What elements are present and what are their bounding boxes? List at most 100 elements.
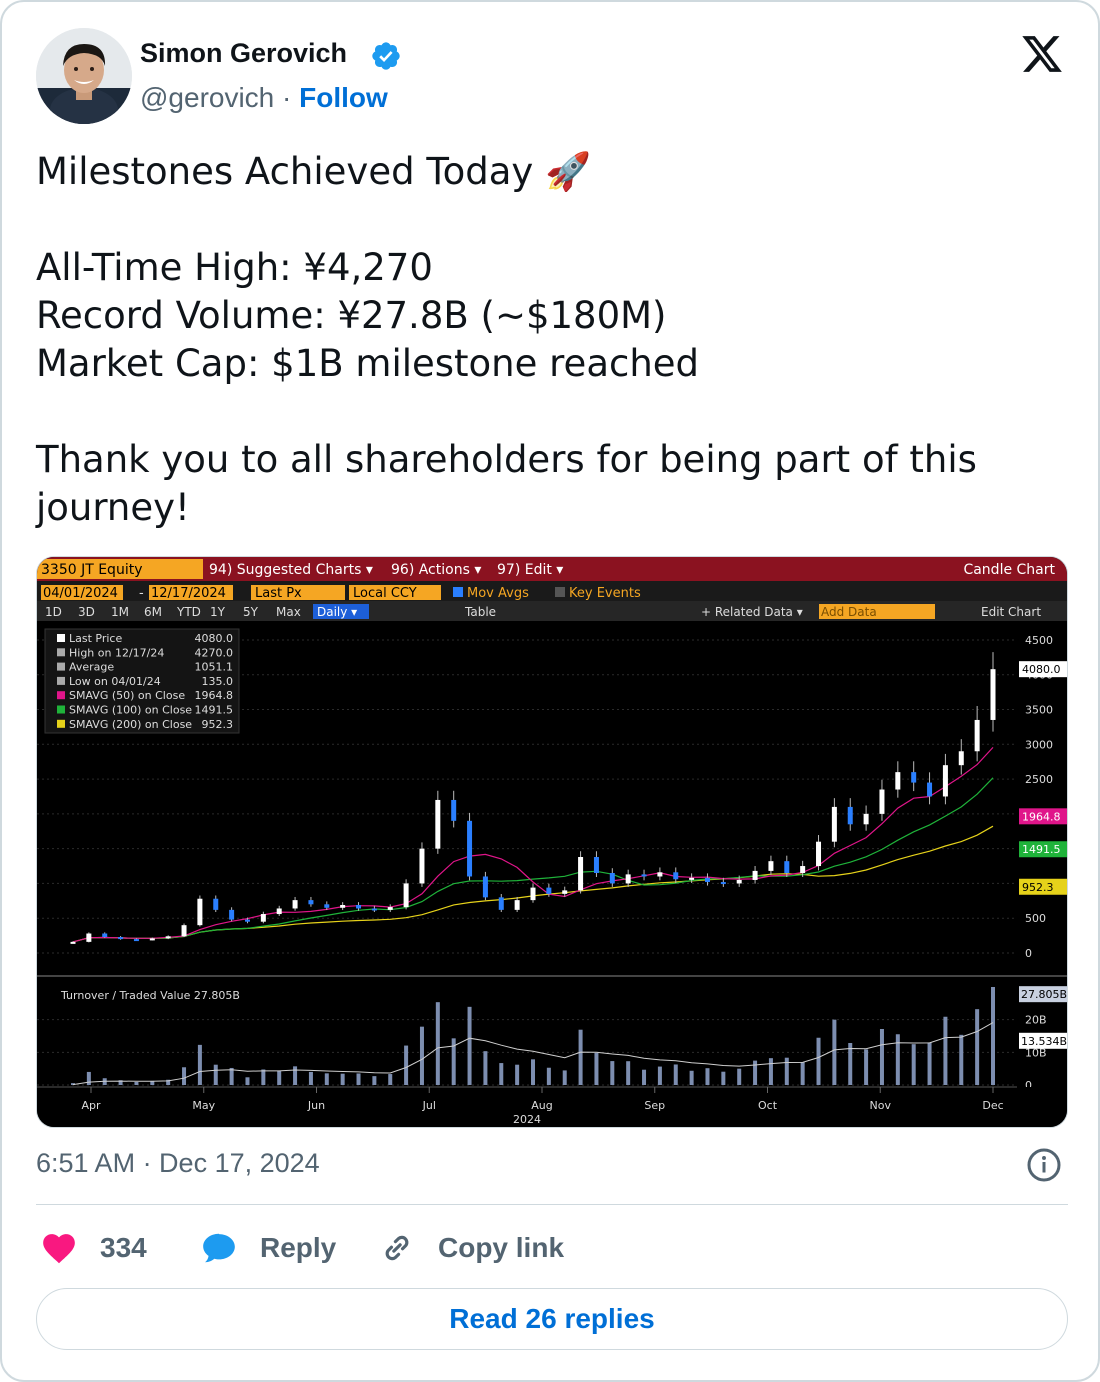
volume-bar [816,1037,821,1085]
candle [467,820,473,877]
period-max[interactable]: Max [276,605,301,619]
bloomberg-chart: 3350 JT Equity 94) Suggested Charts ▾ 96… [37,557,1067,1127]
avatar[interactable] [36,28,132,124]
tweet-card: Simon Gerovich @gerovich · Follow Milest… [0,0,1100,1382]
legend-swatch [57,691,65,700]
timestamp[interactable]: 6:51 AM · Dec 17, 2024 [36,1148,320,1179]
candle [276,908,282,915]
volume-bar [673,1064,678,1085]
divider [36,1204,1068,1205]
period-5y[interactable]: 5Y [243,605,259,619]
link-icon [385,1235,409,1261]
period-ytd[interactable]: YTD [176,605,201,619]
candle [324,904,330,908]
candle [831,806,837,842]
candle [387,907,393,910]
candle [118,937,124,940]
period-1d[interactable]: 1D [45,605,62,619]
legend-label: Last Price [69,632,122,645]
edit-chart-button[interactable]: Edit Chart [981,605,1041,619]
volume-bar [86,1071,91,1085]
tweet-line: Milestones Achieved Today 🚀 [36,150,592,193]
author-handle[interactable]: @gerovich [140,82,274,113]
period-3d[interactable]: 3D [78,605,95,619]
table-button[interactable]: Table [464,605,496,619]
candle [927,782,933,797]
candle [451,799,457,821]
legend-label: SMAVG (200) on Close [69,718,192,731]
volume-tick-label: 20B [1025,1014,1047,1027]
legend-value: 1051.1 [195,661,234,674]
year-label: 2024 [513,1113,541,1126]
candle [847,806,853,825]
volume-bar [340,1073,345,1085]
related-data-button[interactable]: + Related Data ▾ [701,605,803,619]
candle [244,919,250,922]
svg-text:Daily ▾: Daily ▾ [317,605,357,619]
x-tick-label: Dec [982,1099,1003,1112]
volume-bar [499,1063,504,1085]
candle [498,897,504,910]
volume-bar [991,987,995,1085]
candle [371,908,377,911]
chart-image[interactable]: 3350 JT Equity 94) Suggested Charts ▾ 96… [36,556,1068,1128]
mov-avgs-checkbox[interactable] [453,587,463,597]
read-replies-button[interactable]: Read 26 replies [36,1288,1068,1350]
volume-bar [895,1034,900,1085]
volume-bar [768,1058,773,1085]
volume-bar [943,1016,948,1085]
volume-legend: Turnover / Traded Value 27.805B [60,989,240,1002]
candle [863,813,869,825]
candle [562,890,568,894]
y-tick-label: 0 [1025,947,1032,960]
period-6m[interactable]: 6M [144,605,162,619]
legend-value: 4080.0 [195,632,234,645]
candle [229,909,235,920]
volume-bar [388,1074,393,1085]
follow-button[interactable]: Follow [299,82,388,113]
x-logo-icon[interactable] [1018,32,1066,76]
x-tick-label: Jun [307,1099,325,1112]
candle [70,941,76,944]
volume-bar [308,1071,313,1085]
candle [435,799,441,849]
volume-bar [515,1064,520,1085]
candle [403,883,409,908]
legend-swatch [57,648,65,657]
info-icon[interactable] [1026,1147,1062,1183]
menu-suggested-charts[interactable]: 94) Suggested Charts ▾ [209,562,373,578]
legend-label: Low on 04/01/24 [69,675,161,688]
handle-row: @gerovich · Follow [140,82,388,114]
verified-badge-icon [372,42,400,70]
candle [958,751,964,766]
key-events-checkbox[interactable] [555,587,565,597]
reply-button[interactable]: Reply [200,1224,336,1272]
author-name[interactable]: Simon Gerovich [140,38,347,69]
volume-bar [737,1068,742,1085]
legend-swatch [57,719,65,728]
actions-bar: 334 Reply Copy link [36,1224,1068,1272]
svg-text:04/01/2024: 04/01/2024 [43,586,118,601]
volume-bar [848,1043,853,1085]
period-1m[interactable]: 1M [111,605,129,619]
menu-edit[interactable]: 97) Edit ▾ [497,562,563,578]
price-tag-label: 4080.0 [1022,663,1061,676]
volume-bar [927,1042,932,1085]
volume-bar [182,1067,187,1085]
volume-bar [531,1059,535,1085]
copy-link-button[interactable]: Copy link [378,1224,564,1272]
menu-actions[interactable]: 96) Actions ▾ [391,562,481,578]
candle [482,876,488,898]
candle [752,870,758,880]
volume-bar [657,1066,662,1085]
volume-bar [594,1052,599,1085]
x-tick-label: Sep [644,1099,665,1112]
like-button[interactable]: 334 [40,1224,147,1272]
candle [578,857,584,891]
period-1y[interactable]: 1Y [210,605,226,619]
svg-text:Add Data: Add Data [821,605,877,619]
candle [514,900,520,910]
tweet-line: All-Time High: ¥4,270 [36,246,433,289]
legend-value: 4270.0 [195,646,234,659]
candle [784,861,790,873]
